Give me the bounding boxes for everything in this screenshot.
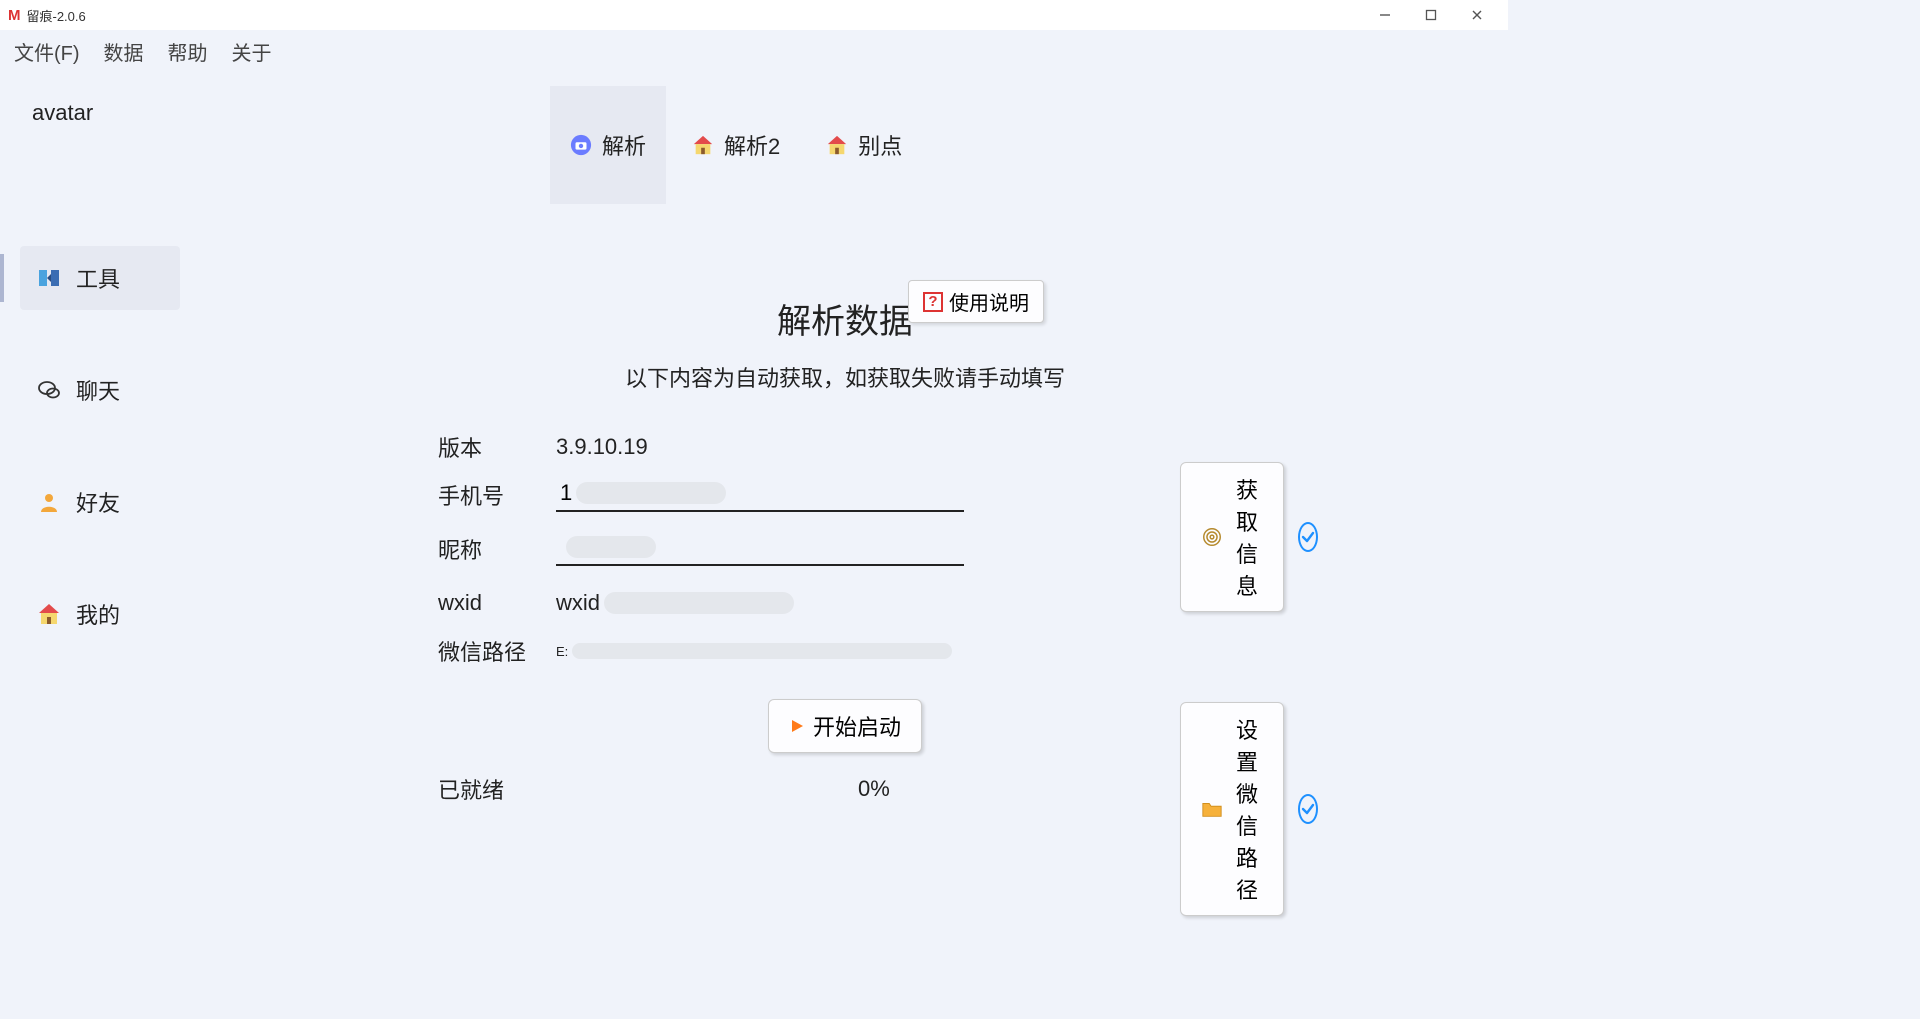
- content: ? 使用说明 解析数据 以下内容为自动获取，如获取失败请手动填写 版本 3.9.…: [430, 294, 1260, 805]
- redacted-block: [604, 592, 794, 614]
- tabs: 解析 解析2 别点: [550, 86, 1468, 204]
- wxid-label: wxid: [438, 590, 556, 616]
- check-circle-icon: [1298, 794, 1318, 824]
- tab-dontclick[interactable]: 别点: [806, 86, 922, 204]
- app-logo-icon: M: [8, 7, 21, 24]
- tab-parse2[interactable]: 解析2: [672, 86, 800, 204]
- version-label: 版本: [438, 431, 556, 463]
- tab-parse[interactable]: 解析: [550, 86, 666, 204]
- start-button-label: 开始启动: [813, 710, 901, 742]
- set-path-button-label: 设置微信路径: [1231, 713, 1263, 905]
- chat-icon: [36, 377, 62, 403]
- sidebar-item-friends[interactable]: 好友: [20, 470, 180, 534]
- close-button[interactable]: [1454, 0, 1500, 30]
- house-icon: [36, 601, 62, 627]
- page-subtitle: 以下内容为自动获取，如获取失败请手动填写: [430, 361, 1260, 393]
- sidebar-item-tools[interactable]: 工具: [20, 246, 180, 310]
- main-panel: 解析 解析2 别点 ? 使用说明 解析数据 以下内容为自动获取，如获取失败: [210, 72, 1508, 800]
- maximize-button[interactable]: [1408, 0, 1454, 30]
- phone-input[interactable]: [556, 478, 576, 508]
- phone-label: 手机号: [438, 479, 556, 511]
- menu-about[interactable]: 关于: [232, 37, 272, 66]
- avatar-label: avatar: [32, 100, 210, 126]
- camera-icon: [570, 134, 592, 156]
- nickname-input[interactable]: [556, 532, 566, 562]
- get-info-button-label: 获取信息: [1231, 473, 1263, 601]
- start-button[interactable]: 开始启动: [768, 699, 922, 753]
- house-icon: [692, 134, 714, 156]
- minimize-button[interactable]: [1362, 0, 1408, 30]
- tab-label: 别点: [858, 129, 902, 161]
- nickname-label: 昵称: [438, 533, 556, 565]
- redacted-block: [566, 536, 656, 558]
- redacted-block: [572, 643, 952, 659]
- path-value: E:: [556, 644, 568, 659]
- sidebar-item-label: 聊天: [76, 374, 120, 406]
- tools-icon: [36, 265, 62, 291]
- folder-icon: [1201, 798, 1223, 820]
- menu-data[interactable]: 数据: [104, 37, 144, 66]
- question-icon: ?: [923, 292, 943, 312]
- sidebar: avatar 工具 聊天 好友: [0, 72, 210, 800]
- menubar: 文件(F) 数据 帮助 关于: [0, 30, 1508, 72]
- progress-value: 0%: [858, 776, 890, 802]
- set-path-button[interactable]: 设置微信路径: [1180, 702, 1284, 916]
- help-button-label: 使用说明: [949, 287, 1029, 316]
- sidebar-item-label: 好友: [76, 486, 120, 518]
- page-heading: 解析数据: [430, 294, 1260, 343]
- sidebar-item-label: 我的: [76, 598, 120, 630]
- sidebar-item-chat[interactable]: 聊天: [20, 358, 180, 422]
- menu-help[interactable]: 帮助: [168, 37, 208, 66]
- play-icon: [789, 718, 805, 734]
- fingerprint-icon: [1201, 526, 1223, 548]
- check-circle-icon: [1298, 522, 1318, 552]
- help-button[interactable]: ? 使用说明: [908, 280, 1044, 323]
- tab-label: 解析2: [724, 129, 780, 161]
- version-value: 3.9.10.19: [556, 434, 1252, 460]
- get-info-button[interactable]: 获取信息: [1180, 462, 1284, 612]
- wxid-value: wxid: [556, 590, 600, 616]
- redacted-block: [576, 482, 726, 504]
- sidebar-item-label: 工具: [76, 262, 120, 294]
- status-label: 已就绪: [438, 773, 858, 805]
- friends-icon: [36, 489, 62, 515]
- tab-label: 解析: [602, 129, 646, 161]
- path-label: 微信路径: [438, 635, 556, 667]
- menu-file[interactable]: 文件(F): [14, 37, 80, 66]
- sidebar-item-mine[interactable]: 我的: [20, 582, 180, 646]
- window-title: 留痕-2.0.6: [27, 6, 86, 25]
- house-icon: [826, 134, 848, 156]
- titlebar: M 留痕-2.0.6: [0, 0, 1508, 30]
